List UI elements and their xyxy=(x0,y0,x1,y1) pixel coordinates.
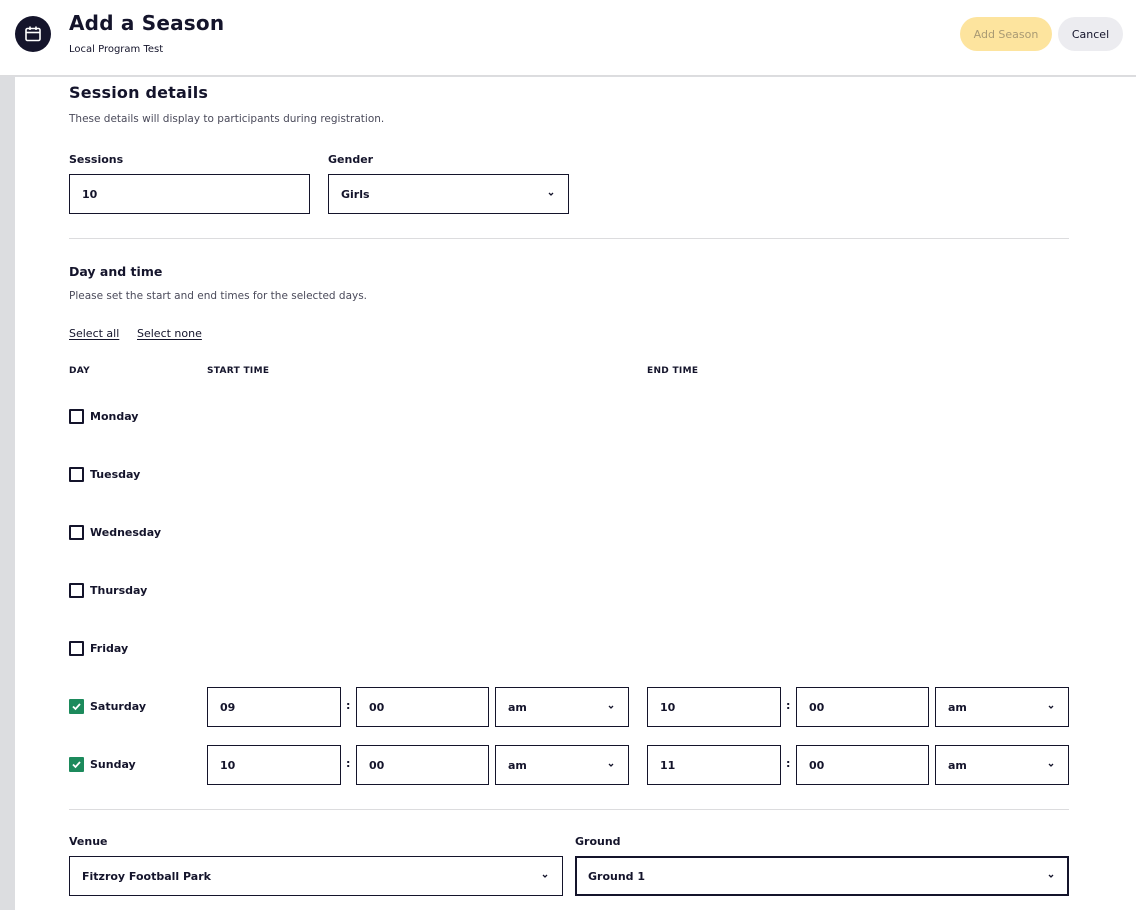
chevron-down-icon xyxy=(1048,763,1054,767)
time-separator: : xyxy=(786,757,791,770)
sunday-end-hour-input[interactable]: 11 xyxy=(647,745,781,785)
wednesday-checkbox[interactable] xyxy=(69,525,84,540)
day-label: Thursday xyxy=(90,584,148,597)
sunday-end-minute-input[interactable]: 00 xyxy=(796,745,929,785)
minute-value: 00 xyxy=(369,700,385,714)
period-value: am xyxy=(948,700,967,714)
cancel-button[interactable]: Cancel xyxy=(1058,17,1123,51)
saturday-end-period-select[interactable]: am xyxy=(935,687,1069,727)
saturday-start-period-select[interactable]: am xyxy=(495,687,629,727)
select-all-link[interactable]: Select all xyxy=(69,327,119,340)
day-label: Wednesday xyxy=(90,526,162,539)
sunday-start-period-select[interactable]: am xyxy=(495,745,629,785)
checkmark-icon xyxy=(72,703,81,711)
day-row-saturday[interactable]: Saturday xyxy=(69,699,146,714)
end-time-column-header: END TIME xyxy=(647,366,699,376)
period-value: am xyxy=(948,758,967,772)
saturday-end-hour-input[interactable]: 10 xyxy=(647,687,781,727)
page-title: Add a Season xyxy=(69,11,225,35)
chevron-down-icon xyxy=(608,763,614,767)
hour-value: 09 xyxy=(220,700,236,714)
hour-value: 10 xyxy=(220,758,236,772)
day-row-tuesday[interactable]: Tuesday xyxy=(69,467,140,482)
add-season-button[interactable]: Add Season xyxy=(960,17,1052,51)
divider xyxy=(69,238,1069,239)
monday-checkbox[interactable] xyxy=(69,409,84,424)
chevron-down-icon xyxy=(608,705,614,709)
day-row-sunday[interactable]: Sunday xyxy=(69,757,136,772)
thursday-checkbox[interactable] xyxy=(69,583,84,598)
saturday-end-minute-input[interactable]: 00 xyxy=(796,687,929,727)
sunday-start-minute-input[interactable]: 00 xyxy=(356,745,489,785)
time-separator: : xyxy=(786,699,791,712)
chevron-down-icon xyxy=(542,874,548,878)
gender-select[interactable]: Girls xyxy=(328,174,569,214)
chevron-down-icon xyxy=(1048,705,1054,709)
sessions-label: Sessions xyxy=(69,153,124,166)
time-separator: : xyxy=(346,757,351,770)
period-value: am xyxy=(508,700,527,714)
saturday-start-minute-input[interactable]: 00 xyxy=(356,687,489,727)
chevron-down-icon xyxy=(548,192,554,196)
gender-value: Girls xyxy=(341,187,370,201)
form-panel: Session details These details will displ… xyxy=(15,77,1136,910)
session-details-heading: Session details xyxy=(69,83,209,102)
day-row-monday[interactable]: Monday xyxy=(69,409,138,424)
ground-select[interactable]: Ground 1 xyxy=(575,856,1069,896)
ground-label: Ground xyxy=(575,835,621,848)
sessions-value: 10 xyxy=(82,187,98,201)
sunday-end-period-select[interactable]: am xyxy=(935,745,1069,785)
time-separator: : xyxy=(346,699,351,712)
page-header: Add a Season Local Program Test Add Seas… xyxy=(0,0,1136,76)
day-label: Saturday xyxy=(90,700,146,713)
day-time-description: Please set the start and end times for t… xyxy=(69,290,368,302)
hour-value: 10 xyxy=(660,700,676,714)
gender-label: Gender xyxy=(328,153,374,166)
chevron-down-icon xyxy=(1048,874,1054,878)
day-row-wednesday[interactable]: Wednesday xyxy=(69,525,161,540)
venue-select[interactable]: Fitzroy Football Park xyxy=(69,856,563,896)
venue-label: Venue xyxy=(69,835,108,848)
day-column-header: DAY xyxy=(69,366,90,376)
period-value: am xyxy=(508,758,527,772)
checkmark-icon xyxy=(72,761,81,769)
calendar-icon xyxy=(15,16,51,52)
day-label: Friday xyxy=(90,642,129,655)
hour-value: 11 xyxy=(660,758,676,772)
minute-value: 00 xyxy=(369,758,385,772)
ground-value: Ground 1 xyxy=(588,869,646,883)
saturday-start-hour-input[interactable]: 09 xyxy=(207,687,341,727)
friday-checkbox[interactable] xyxy=(69,641,84,656)
session-details-description: These details will display to participan… xyxy=(69,113,385,125)
minute-value: 00 xyxy=(809,700,825,714)
day-time-heading: Day and time xyxy=(69,264,163,279)
day-label: Tuesday xyxy=(90,468,141,481)
divider xyxy=(69,809,1069,810)
page-subtitle: Local Program Test xyxy=(69,44,164,55)
start-time-column-header: START TIME xyxy=(207,366,270,376)
saturday-checkbox[interactable] xyxy=(69,699,84,714)
day-row-thursday[interactable]: Thursday xyxy=(69,583,147,598)
tuesday-checkbox[interactable] xyxy=(69,467,84,482)
minute-value: 00 xyxy=(809,758,825,772)
venue-value: Fitzroy Football Park xyxy=(82,869,211,883)
sessions-input[interactable]: 10 xyxy=(69,174,310,214)
select-none-link[interactable]: Select none xyxy=(137,327,202,340)
sunday-checkbox[interactable] xyxy=(69,757,84,772)
day-label: Monday xyxy=(90,410,139,423)
day-row-friday[interactable]: Friday xyxy=(69,641,128,656)
sunday-start-hour-input[interactable]: 10 xyxy=(207,745,341,785)
day-label: Sunday xyxy=(90,758,136,771)
